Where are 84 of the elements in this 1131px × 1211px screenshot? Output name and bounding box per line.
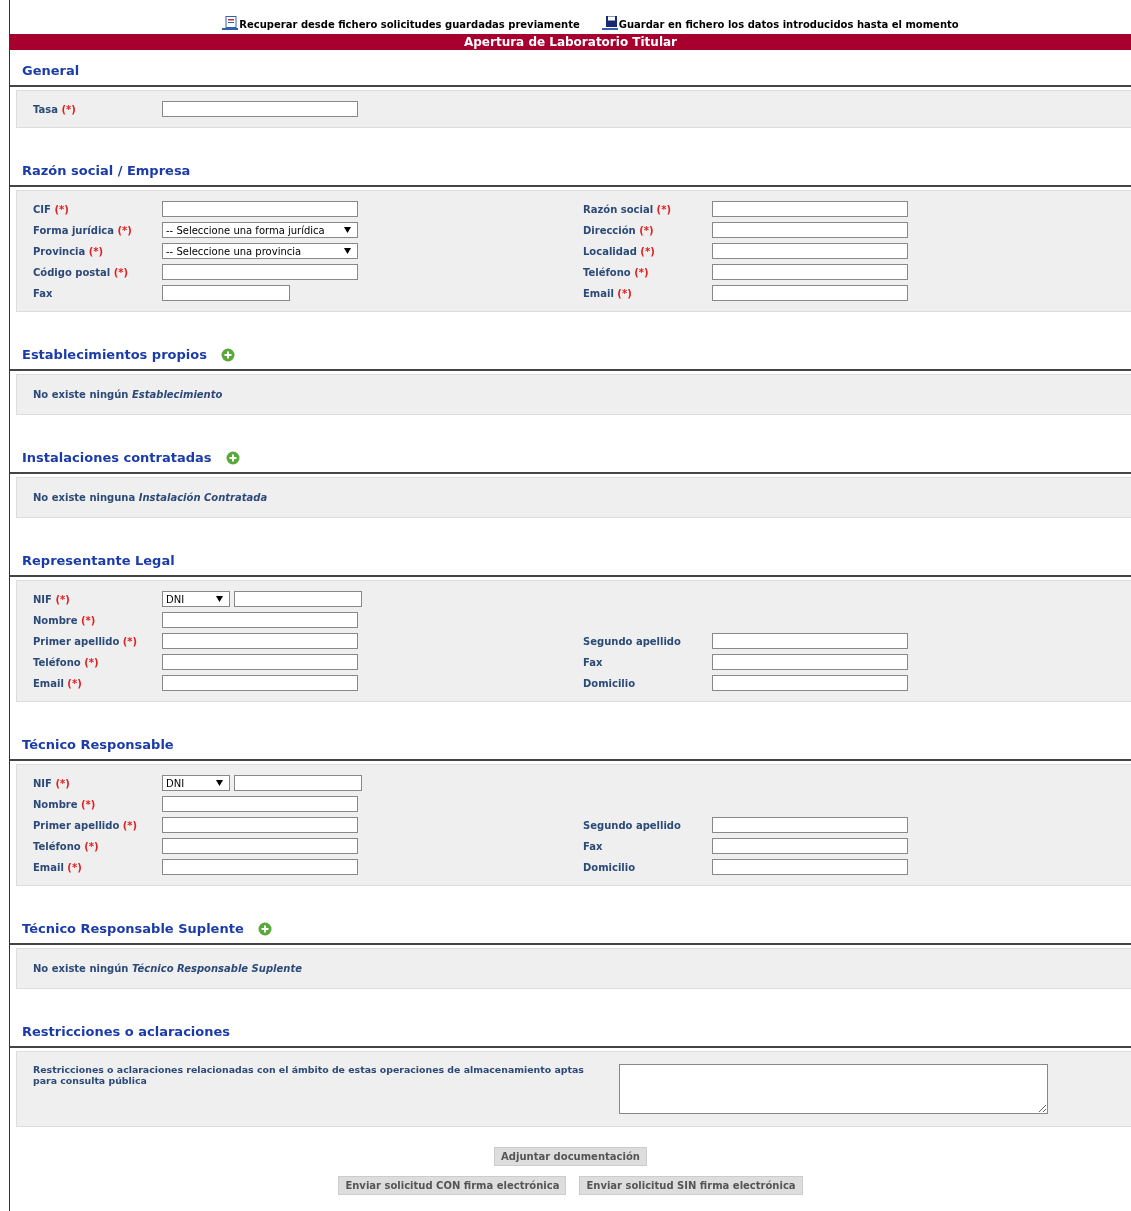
caret-icon bbox=[344, 227, 351, 233]
save-link[interactable]: Guardar en fichero los datos introducidos hasta el momento bbox=[601, 10, 959, 30]
field-label: Restricciones o aclaraciones relacionadas con el ámbito de estas operaciones de almacenamiento aptas para consulta pública bbox=[33, 1064, 585, 1086]
dropdown[interactable]: DNI bbox=[162, 775, 230, 791]
caret-icon bbox=[344, 248, 351, 254]
input-field[interactable] bbox=[712, 243, 908, 259]
section-title: Técnico Responsable bbox=[22, 737, 174, 752]
input-field[interactable] bbox=[162, 838, 358, 854]
add-icon[interactable] bbox=[220, 347, 235, 362]
submit-button[interactable]: Enviar solicitud SIN firma electrónica bbox=[579, 1176, 803, 1195]
field-label: Localidad (*) bbox=[583, 245, 656, 257]
add-icon[interactable] bbox=[257, 921, 272, 936]
field-label: Nombre (*) bbox=[33, 614, 97, 626]
document-icon bbox=[222, 16, 239, 30]
field-label: Domicilio bbox=[583, 861, 637, 873]
section-title: Técnico Responsable Suplente bbox=[22, 921, 244, 936]
input-field[interactable] bbox=[712, 264, 908, 280]
field-label: Email (*) bbox=[33, 861, 83, 873]
attach-button[interactable]: Adjuntar documentación bbox=[494, 1147, 647, 1166]
dropdown[interactable]: -- Seleccione una provincia bbox=[162, 243, 358, 259]
empty-message: No existe ningún Técnico Responsable Suplente bbox=[33, 962, 303, 976]
field-label: Domicilio bbox=[583, 677, 637, 689]
input-field[interactable] bbox=[712, 633, 908, 649]
field-label: NIF (*) bbox=[33, 593, 71, 605]
input-field[interactable] bbox=[712, 654, 908, 670]
input-field[interactable] bbox=[712, 285, 908, 301]
field-label: Segundo apellido bbox=[583, 635, 682, 647]
input-field[interactable] bbox=[712, 817, 908, 833]
input-field[interactable] bbox=[712, 675, 908, 691]
field-label: Teléfono (*) bbox=[33, 656, 100, 668]
field-label: Tasa (*) bbox=[33, 103, 77, 115]
submit-button[interactable]: Enviar solicitud CON firma electrónica bbox=[338, 1176, 567, 1195]
input-field[interactable] bbox=[712, 222, 908, 238]
input-field[interactable] bbox=[162, 796, 358, 812]
field-label: CIF (*) bbox=[33, 203, 70, 215]
dropdown[interactable]: DNI bbox=[162, 591, 230, 607]
empty-message: No existe ninguna Instalación Contratada bbox=[33, 491, 269, 505]
input-field[interactable] bbox=[162, 201, 358, 217]
caret-icon bbox=[216, 596, 223, 602]
input-field[interactable] bbox=[162, 859, 358, 875]
field-label: Provincia (*) bbox=[33, 245, 105, 257]
section-title: Restricciones o aclaraciones bbox=[22, 1024, 231, 1039]
input-field[interactable] bbox=[162, 101, 358, 117]
section-title: General bbox=[22, 63, 80, 78]
input-field[interactable] bbox=[162, 675, 358, 691]
dropdown[interactable]: -- Seleccione una forma jurídica bbox=[162, 222, 358, 238]
input-field[interactable] bbox=[162, 264, 358, 280]
section-title: Razón social / Empresa bbox=[22, 163, 191, 178]
field-label: NIF (*) bbox=[33, 777, 71, 789]
empty-message: No existe ningún Establecimiento bbox=[33, 388, 224, 402]
field-label: Primer apellido (*) bbox=[33, 819, 139, 831]
field-label: Dirección (*) bbox=[583, 224, 655, 236]
input-field[interactable] bbox=[712, 859, 908, 875]
add-icon[interactable] bbox=[225, 450, 240, 465]
field-label: Nombre (*) bbox=[33, 798, 97, 810]
field-label: Razón social (*) bbox=[583, 203, 672, 215]
input-field[interactable] bbox=[162, 633, 358, 649]
field-label: Primer apellido (*) bbox=[33, 635, 139, 647]
field-label: Teléfono (*) bbox=[33, 840, 100, 852]
caret-icon bbox=[216, 780, 223, 786]
input-field[interactable] bbox=[162, 817, 358, 833]
input-field[interactable] bbox=[162, 612, 358, 628]
input-field[interactable] bbox=[234, 775, 362, 791]
field-label: Fax bbox=[33, 287, 54, 299]
section-title: Instalaciones contratadas bbox=[22, 450, 212, 465]
field-label: Fax bbox=[583, 840, 604, 852]
text-area[interactable] bbox=[619, 1064, 1048, 1114]
field-label: Email (*) bbox=[583, 287, 633, 299]
input-field[interactable] bbox=[234, 591, 362, 607]
input-field[interactable] bbox=[162, 285, 290, 301]
input-field[interactable] bbox=[712, 838, 908, 854]
input-field[interactable] bbox=[712, 201, 908, 217]
form-title: Apertura de Laboratorio Titular bbox=[463, 35, 677, 49]
input-field[interactable] bbox=[162, 654, 358, 670]
section-title: Establecimientos propios bbox=[22, 347, 207, 362]
section-title: Representante Legal bbox=[22, 553, 175, 568]
load-link[interactable]: Recuperar desde fichero solicitudes guardadas previamente bbox=[222, 10, 580, 30]
field-label: Forma jurídica (*) bbox=[33, 224, 133, 236]
field-label: Código postal (*) bbox=[33, 266, 130, 278]
floppy-disk-icon bbox=[601, 16, 618, 30]
field-label: Email (*) bbox=[33, 677, 83, 689]
field-label: Fax bbox=[583, 656, 604, 668]
field-label: Segundo apellido bbox=[583, 819, 682, 831]
field-label: Teléfono (*) bbox=[583, 266, 650, 278]
